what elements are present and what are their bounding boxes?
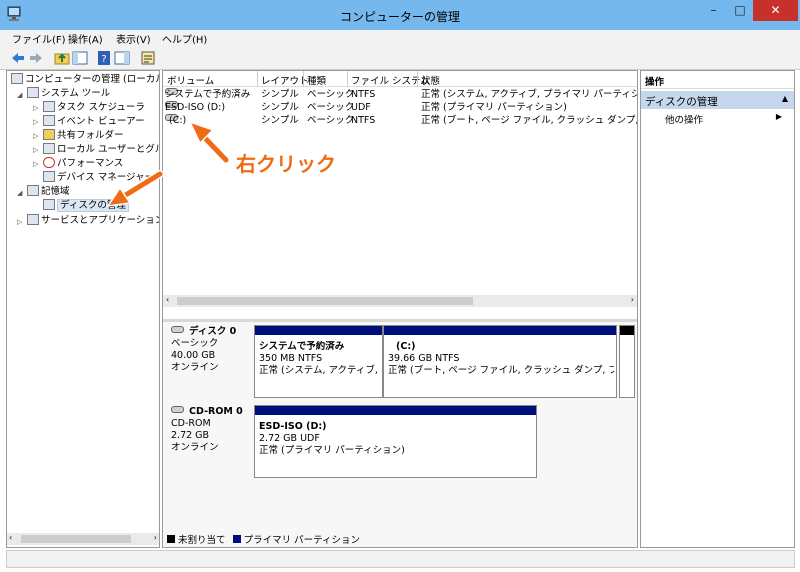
other-actions-item[interactable]: 他の操作 <box>665 112 703 126</box>
menu-bar: ファイル(F) 操作(A) 表示(V) ヘルプ(H) <box>0 30 800 46</box>
scroll-left-icon[interactable]: ‹ <box>166 295 169 304</box>
users-icon <box>43 143 55 154</box>
computer-icon <box>11 73 23 84</box>
tree-item-shared-folders[interactable]: 共有フォルダー <box>43 129 124 143</box>
tree-item-event-viewer[interactable]: イベント ビューアー <box>43 115 145 129</box>
up-folder-icon[interactable] <box>54 50 70 66</box>
forward-arrow-icon[interactable] <box>28 50 44 66</box>
menu-help[interactable]: ヘルプ(H) <box>162 31 207 46</box>
tree-item-system-tools[interactable]: システム ツール <box>27 87 110 101</box>
partition-unallocated-sliver[interactable] <box>619 325 635 398</box>
tree-item-disk-management[interactable]: ディスクの管理 <box>43 199 129 213</box>
hard-disk-icon <box>171 326 184 333</box>
expand-icon[interactable]: ▷ <box>33 132 38 140</box>
device-manager-icon <box>43 171 55 182</box>
menu-view[interactable]: 表示(V) <box>116 31 151 46</box>
partition-d-drive[interactable]: ESD-ISO (D:) 2.72 GB UDF 正常 (プライマリ パーティシ… <box>254 405 537 478</box>
scroll-left-icon[interactable]: ‹ <box>9 533 12 542</box>
menu-action[interactable]: 操作(A) <box>68 31 103 46</box>
clock-icon <box>43 101 55 112</box>
tree-item-local-users[interactable]: ローカル ユーザーとグループ <box>43 143 159 157</box>
right-click-annotation: 右クリック <box>236 152 336 176</box>
column-status[interactable]: 状態 <box>421 73 440 87</box>
performance-icon <box>43 157 55 168</box>
title-bar: コンピューターの管理 – □ ✕ <box>0 0 800 30</box>
collapse-icon[interactable]: ◢ <box>17 189 22 197</box>
menu-file[interactable]: ファイル(F) <box>12 31 66 46</box>
cdrom-0-info[interactable]: CD-ROM 0 CD-ROM 2.72 GB オンライン <box>171 406 243 454</box>
actions-header: 操作 <box>641 71 794 89</box>
scroll-right-icon[interactable]: › <box>631 295 634 304</box>
disk-0-info[interactable]: ディスク 0 ベーシック 40.00 GB オンライン <box>171 326 236 374</box>
tree-root[interactable]: コンピューターの管理 (ローカル) <box>11 73 159 87</box>
partition-c-drive[interactable]: (C:) 39.66 GB NTFS 正常 (ブート, ページ ファイル, クラ… <box>383 325 617 398</box>
disk-layout-area: ディスク 0 ベーシック 40.00 GB オンライン システムで予約済み 35… <box>163 319 637 547</box>
tree-item-storage[interactable]: 記憶域 <box>27 185 70 199</box>
scrollbar-thumb[interactable] <box>177 297 473 305</box>
tree-item-device-manager[interactable]: デバイス マネージャー <box>43 171 154 185</box>
column-type[interactable]: 種類 <box>307 73 326 87</box>
submenu-arrow-icon: ▶ <box>775 112 782 121</box>
toolbar: ? <box>0 46 800 70</box>
scrollbar-thumb[interactable] <box>21 535 131 543</box>
tree-horizontal-scrollbar[interactable]: ‹ › <box>7 533 159 545</box>
expand-icon[interactable]: ▷ <box>17 218 22 226</box>
status-bar <box>6 550 795 568</box>
back-arrow-icon[interactable] <box>10 50 26 66</box>
maximize-button[interactable]: □ <box>727 0 753 21</box>
properties-icon[interactable] <box>140 50 156 66</box>
expand-icon[interactable]: ▷ <box>33 118 38 126</box>
scroll-right-icon[interactable]: › <box>154 533 157 542</box>
volume-table-header: ボリューム レイアウト 種類 ファイル システム 状態 <box>163 71 637 87</box>
console-tree: コンピューターの管理 (ローカル) ◢ システム ツール ▷ タスク スケジュー… <box>6 70 160 548</box>
minimize-button[interactable]: – <box>700 0 727 21</box>
close-button[interactable]: ✕ <box>753 0 798 21</box>
tree-item-task-scheduler[interactable]: タスク スケジューラ <box>43 101 145 115</box>
column-volume[interactable]: ボリューム <box>167 73 214 87</box>
column-layout[interactable]: レイアウト <box>261 73 309 87</box>
primary-swatch <box>232 535 241 543</box>
unallocated-swatch <box>167 535 175 543</box>
cdrom-icon <box>171 406 184 413</box>
actions-pane: 操作 ディスクの管理 ▲ 他の操作 ▶ <box>640 70 795 548</box>
storage-icon <box>27 185 39 196</box>
svg-text:?: ? <box>101 54 106 65</box>
shared-folder-icon <box>43 129 55 140</box>
collapse-section-icon[interactable]: ▲ <box>782 94 788 103</box>
event-log-icon <box>43 115 55 126</box>
expand-icon[interactable]: ▷ <box>33 160 38 168</box>
console-tree-icon[interactable] <box>72 50 88 66</box>
tools-icon <box>27 87 39 98</box>
actions-section-disk-management[interactable]: ディスクの管理 ▲ <box>641 91 794 109</box>
help-icon[interactable]: ? <box>96 50 112 66</box>
partition-system-reserved[interactable]: システムで予約済み 350 MB NTFS 正常 (システム, アクティブ, プ… <box>254 325 383 398</box>
volume-horizontal-scrollbar[interactable]: ‹ › <box>163 295 637 307</box>
disk-management-pane: ボリューム レイアウト 種類 ファイル システム 状態 システムで予約済み シン… <box>162 70 638 548</box>
services-icon <box>27 214 39 225</box>
expand-icon[interactable]: ▷ <box>33 104 38 112</box>
window-title: コンピューターの管理 <box>339 10 460 24</box>
tree-item-performance[interactable]: パフォーマンス <box>43 157 123 171</box>
tree-item-services-apps[interactable]: サービスとアプリケーション <box>27 214 159 228</box>
disk-icon <box>43 199 55 210</box>
expand-icon[interactable]: ▷ <box>33 146 38 154</box>
legend: 未割り当て プライマリ パーティション <box>167 532 360 546</box>
show-action-pane-icon[interactable] <box>114 50 130 66</box>
collapse-icon[interactable]: ◢ <box>17 91 22 99</box>
